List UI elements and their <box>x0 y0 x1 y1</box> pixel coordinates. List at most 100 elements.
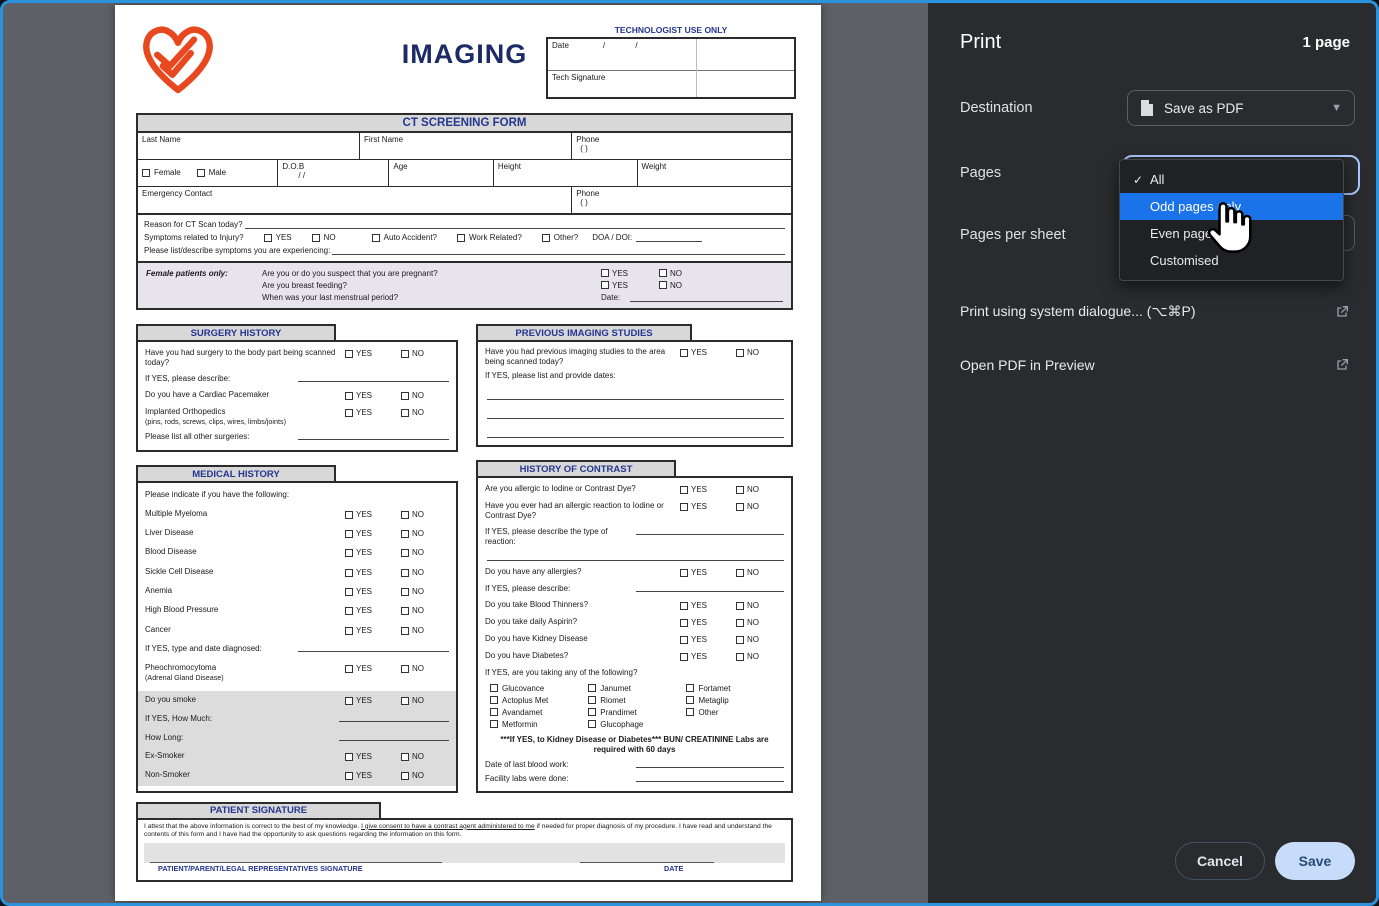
attestation-text: I attest that the above information is c… <box>144 823 785 840</box>
form-row: YES NO <box>478 383 791 402</box>
checkbox <box>401 569 409 577</box>
form-row: If YES, please describe: YES NO <box>138 371 456 387</box>
form-row: If YES, are you taking any of the follow… <box>478 665 791 681</box>
dropdown-item[interactable]: Customised <box>1120 247 1343 274</box>
checkbox <box>401 549 409 557</box>
checkbox <box>197 169 205 177</box>
form-row: Anemia YES NO <box>138 582 456 601</box>
check-icon: ✓ <box>1126 173 1150 187</box>
medication-option: Glucophage <box>588 718 686 730</box>
form-row: How Long: YES NO <box>138 729 456 747</box>
form-row: Blood Disease YES NO <box>138 543 456 562</box>
form-row: Cancer YES NO <box>138 621 456 640</box>
contrast-history-box: Are you allergic to Iodine or Contrast D… <box>476 476 793 793</box>
checkbox <box>372 234 380 242</box>
form-title: CT SCREENING FORM <box>136 113 793 133</box>
form-row: Do you have any allergies? YES NO <box>478 564 791 581</box>
diabetes-medications-grid: Glucovance Janumet Fortamet Actoplus Met… <box>478 681 791 732</box>
cancel-button[interactable]: Cancel <box>1175 842 1265 880</box>
checkbox <box>736 503 744 511</box>
dropdown-item[interactable]: Odd pages only <box>1120 193 1343 220</box>
open-in-new-icon <box>1334 304 1350 320</box>
section-title: SURGERY HISTORY <box>136 324 336 342</box>
form-header: IMAGING TECHNOLOGIST USE ONLY Date/ / Te… <box>136 13 793 113</box>
form-row: Have you had previous imaging studies to… <box>478 345 791 369</box>
checkbox <box>601 281 609 289</box>
destination-label: Destination <box>960 100 1033 116</box>
open-in-new-icon <box>1334 357 1350 373</box>
checkbox <box>490 708 498 716</box>
checkbox <box>542 234 550 242</box>
checkbox <box>601 269 609 277</box>
dob-field: D.O.B/ / <box>278 160 389 186</box>
form-row: Do you have Diabetes? YES NO <box>478 648 791 665</box>
checkbox <box>312 234 320 242</box>
print-preview-area: IMAGING TECHNOLOGIST USE ONLY Date/ / Te… <box>3 3 928 903</box>
form-row: If YES, type and date diagnosed: YES NO <box>138 640 456 658</box>
checkbox <box>680 349 688 357</box>
medication-option: Riomet <box>588 694 686 706</box>
destination-value: Save as PDF <box>1164 101 1244 116</box>
form-row: Do you smoke YES NO <box>138 691 456 710</box>
height-field: Height <box>494 160 638 186</box>
checkbox <box>345 569 353 577</box>
checkbox <box>345 588 353 596</box>
form-row: If YES, How Much: YES NO <box>138 710 456 728</box>
form-row: If YES, please list and provide dates: Y… <box>478 369 791 383</box>
checkbox <box>401 409 409 417</box>
checkbox <box>401 697 409 705</box>
system-print-dialog-link[interactable]: Print using system dialogue... (⌥⌘P) <box>960 303 1350 320</box>
checkbox <box>345 409 353 417</box>
checkbox <box>490 720 498 728</box>
signature-area <box>144 843 785 863</box>
checkbox <box>686 708 694 716</box>
save-button[interactable]: Save <box>1275 842 1355 880</box>
checkbox <box>345 627 353 635</box>
signature-line <box>150 862 442 863</box>
checkbox <box>680 636 688 644</box>
technologist-use-label: TECHNOLOGIST USE ONLY <box>546 25 796 35</box>
checkbox <box>736 486 744 494</box>
last-name-field: Last Name <box>138 133 360 159</box>
previous-imaging-box: Have you had previous imaging studies to… <box>476 340 793 447</box>
patient-signature-section: PATIENT SIGNATURE I attest that the abov… <box>136 802 793 882</box>
form-row: Do you take daily Aspirin? YES NO <box>478 614 791 631</box>
destination-select[interactable]: Save as PDF ▼ <box>1127 90 1355 126</box>
female-patients-section: Female patients only: Are you or do you … <box>136 261 793 310</box>
checkbox <box>736 653 744 661</box>
form-row: Do you have a Cardiac Pacemaker YES NO <box>138 387 456 404</box>
checkbox <box>736 349 744 357</box>
sex-field: Female Male <box>138 160 278 186</box>
form-row: Ex-Smoker YES NO <box>138 747 456 766</box>
form-row: Have you had surgery to the body part be… <box>138 345 456 371</box>
age-field: Age <box>389 160 493 186</box>
checkbox <box>680 619 688 627</box>
checkbox <box>680 602 688 610</box>
checkbox <box>345 753 353 761</box>
form-row: Multiple Myeloma YES NO <box>138 504 456 523</box>
form-row: Pheochromocytoma(Adrenal Gland Disease) … <box>138 658 456 685</box>
section-title: PREVIOUS IMAGING STUDIES <box>476 324 692 342</box>
checkbox <box>457 234 465 242</box>
medication-option: Glucovance <box>490 682 588 694</box>
page-count: 1 page <box>1302 34 1350 51</box>
tech-signature-row: Tech Signature <box>548 71 794 84</box>
signature-label: PATIENT/PARENT/LEGAL REPRESENTATIVES SIG… <box>158 864 363 873</box>
first-name-field: First Name <box>360 133 572 159</box>
checkbox <box>345 607 353 615</box>
checkbox <box>345 665 353 673</box>
open-pdf-preview-link[interactable]: Open PDF in Preview <box>960 357 1350 373</box>
dropdown-item[interactable]: Even pages only <box>1120 220 1343 247</box>
checkbox <box>264 234 272 242</box>
checkbox <box>680 503 688 511</box>
dropdown-item[interactable]: ✓ All <box>1120 166 1343 193</box>
checkbox <box>345 350 353 358</box>
checkbox <box>736 569 744 577</box>
checkbox <box>345 511 353 519</box>
checkbox <box>345 392 353 400</box>
form-row: Date of last blood work: <box>478 758 791 772</box>
checkbox <box>401 350 409 358</box>
section-title: HISTORY OF CONTRAST <box>476 460 676 478</box>
medication-option: Janumet <box>588 682 686 694</box>
weight-field: Weight <box>638 160 791 186</box>
